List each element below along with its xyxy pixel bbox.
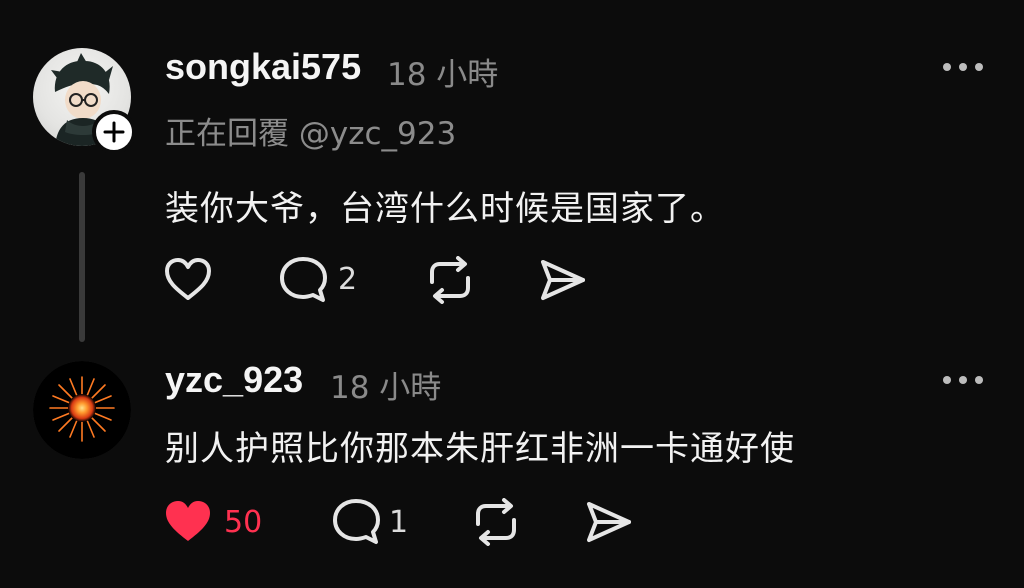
comment-bubble-icon[interactable] <box>278 255 330 305</box>
avatar-yzc_923[interactable] <box>33 361 131 459</box>
more-dots-icon[interactable] <box>943 57 983 77</box>
thread-connector-line <box>79 172 85 342</box>
firework-avatar-icon <box>33 361 131 459</box>
heart-icon-liked[interactable] <box>163 498 213 544</box>
comment-bubble-icon[interactable] <box>331 497 383 547</box>
more-dots-icon[interactable] <box>943 370 983 390</box>
send-icon[interactable] <box>538 257 588 303</box>
repost-icon[interactable] <box>424 256 476 304</box>
reply-count: 2 <box>338 262 358 297</box>
reply-to-label[interactable]: 正在回覆 @yzc_923 <box>165 108 456 153</box>
heart-icon[interactable] <box>163 256 213 302</box>
send-icon[interactable] <box>584 499 634 545</box>
comment-text: 装你大爷，台湾什么时候是国家了。 <box>165 189 725 229</box>
like-count: 50 <box>224 505 263 540</box>
reply-count: 1 <box>389 505 409 540</box>
timestamp: 18 小時 <box>387 57 499 93</box>
username[interactable]: yzc_923 <box>165 359 303 401</box>
follow-add-button[interactable] <box>92 110 136 154</box>
username[interactable]: songkai575 <box>165 46 361 88</box>
comment-text: 别人护照比你那本朱肝红非洲一卡通好使 <box>165 429 795 469</box>
plus-icon <box>103 121 125 143</box>
timestamp: 18 小時 <box>330 370 442 406</box>
repost-icon[interactable] <box>470 498 522 546</box>
